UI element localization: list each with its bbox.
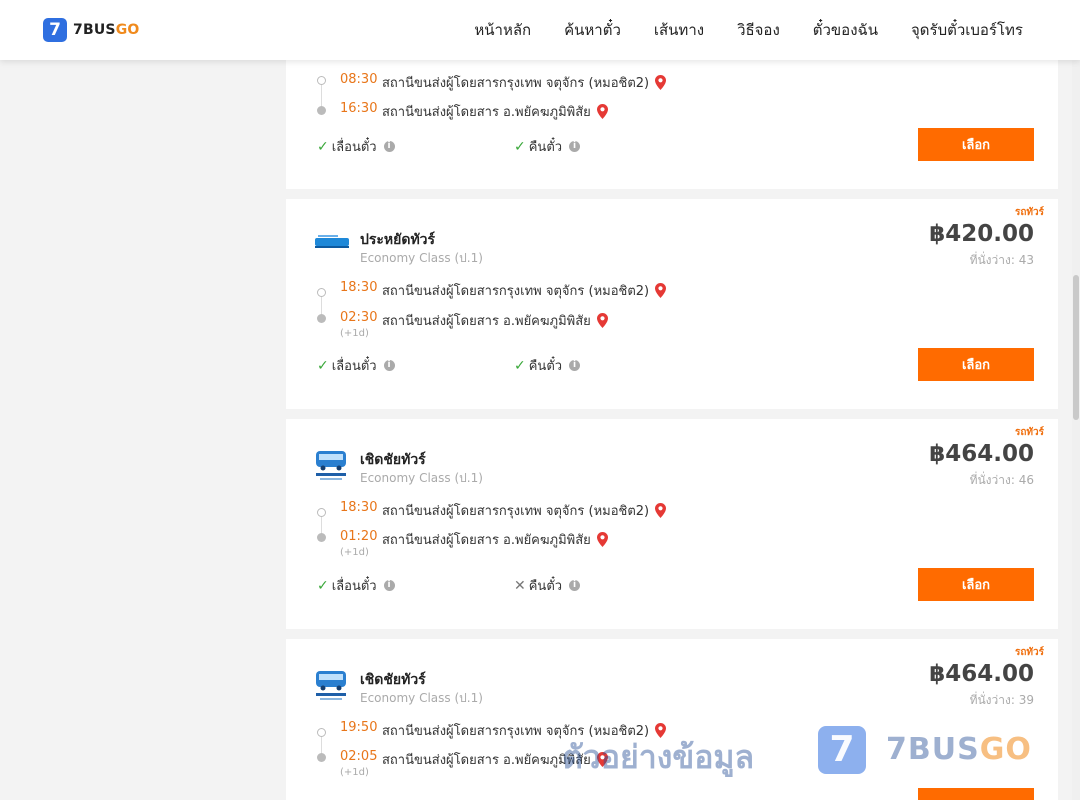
nav-home[interactable]: หน้าหลัก [474, 18, 531, 42]
select-button[interactable]: เลือก [918, 348, 1034, 381]
departure-dot [317, 288, 326, 297]
feature-refund-ticket: ✓ คืนตั๋ว i [514, 136, 581, 157]
logo-wordmark: 7BUSGO [73, 22, 140, 38]
bus-type-tag: รถทัวร์ [1014, 647, 1044, 658]
check-icon: ✓ [317, 577, 329, 594]
operator-name: เชิดชัยทัวร์ [360, 672, 426, 688]
ticket-price: ฿464.00 [929, 661, 1034, 687]
logo-badge-icon: 7 [43, 18, 67, 42]
departure-dot [317, 728, 326, 737]
next-day-badge: (+1d) [340, 547, 369, 558]
info-icon[interactable]: i [569, 360, 581, 371]
feature-refund-ticket: ✓ คืนตั๋ว i [514, 355, 581, 376]
departure-station: สถานีขนส่งผู้โดยสารกรุงเทพ จตุจักร (หมอช… [382, 280, 667, 301]
check-icon: ✓ [514, 357, 526, 374]
ticket-price: ฿464.00 [929, 441, 1034, 467]
departure-station: สถานีขนส่งผู้โดยสารกรุงเทพ จตุจักร (หมอช… [382, 500, 667, 521]
bus-class: Economy Class (ป.1) [360, 471, 483, 485]
map-pin-icon[interactable] [655, 503, 667, 518]
info-icon[interactable]: i [383, 141, 395, 152]
arrival-dot [317, 753, 326, 762]
arrival-station: สถานีขนส่งผู้โดยสาร อ.พยัคฆภูมิพิสัย [382, 529, 608, 550]
brand-logo[interactable]: 7 7BUSGO [43, 18, 139, 42]
check-icon: ✓ [514, 138, 526, 155]
next-day-badge: (+1d) [340, 328, 369, 339]
operator-name: ประหยัดทัวร์ [360, 232, 436, 248]
arrival-dot [317, 533, 326, 542]
nav-my-tickets[interactable]: ตั๋วของฉัน [813, 18, 878, 42]
operator-logo-icon [316, 671, 346, 700]
departure-time: 18:30 [340, 280, 378, 295]
departure-station: สถานีขนส่งผู้โดยสารกรุงเทพ จตุจักร (หมอช… [382, 72, 667, 93]
top-header: 7 7BUSGO หน้าหลัก ค้นหาตั๋ว เส้นทาง วิธี… [0, 0, 1080, 60]
nav-routes[interactable]: เส้นทาง [654, 18, 704, 42]
timeline-line [321, 735, 322, 755]
feature-refund-ticket: ✕ คืนตั๋ว i [514, 575, 581, 596]
arrival-time: 01:20 [340, 529, 378, 544]
operator-logo-icon [316, 451, 346, 480]
page-scrollbar[interactable] [1072, 60, 1080, 800]
operator-name: เชิดชัยทัวร์ [360, 452, 426, 468]
bus-type-tag: รถทัวร์ [1014, 427, 1044, 438]
feature-change-ticket: ✓ เลื่อนตั๋ว i [317, 575, 395, 596]
trip-card: รถทัวร์ ประหยัดทัวร์ Economy Class (ป.1)… [286, 199, 1058, 409]
map-pin-icon[interactable] [596, 104, 608, 119]
operator-logo-icon [315, 235, 349, 248]
seats-available: ที่นั่งว่าง: 46 [969, 473, 1034, 487]
sample-data-watermark: ตัวอย่างข้อมูล [562, 738, 755, 776]
departure-dot [317, 76, 326, 85]
nav-search-ticket[interactable]: ค้นหาตั๋ว [564, 18, 621, 42]
timeline-line [321, 295, 322, 315]
feature-change-ticket: ✓ เลื่อนตั๋ว i [317, 355, 395, 376]
nav-how-to-book[interactable]: วิธีจอง [737, 18, 780, 42]
map-pin-icon[interactable] [655, 75, 667, 90]
arrival-dot [317, 106, 326, 115]
seats-available: ที่นั่งว่าง: 43 [969, 253, 1034, 267]
arrival-station: สถานีขนส่งผู้โดยสาร อ.พยัคฆภูมิพิสัย [382, 310, 608, 331]
main-nav: หน้าหลัก ค้นหาตั๋ว เส้นทาง วิธีจอง ตั๋วข… [474, 0, 1023, 60]
bus-type-tag: รถทัวร์ [1014, 207, 1044, 218]
ticket-price: ฿420.00 [929, 221, 1034, 247]
watermark-brand: 7BUSGO [886, 732, 1032, 767]
scrollbar-thumb[interactable] [1073, 275, 1079, 420]
departure-time: 08:30 [340, 72, 378, 87]
info-icon[interactable]: i [383, 360, 395, 371]
trip-card: รถทัวร์ เชิดชัยทัวร์ Economy Class (ป.1)… [286, 419, 1058, 629]
check-icon: ✓ [317, 138, 329, 155]
seats-available: ที่นั่งว่าง: 39 [969, 693, 1034, 707]
trip-card: 08:30 สถานีขนส่งผู้โดยสารกรุงเทพ จตุจักร… [286, 60, 1058, 189]
departure-time: 19:50 [340, 720, 378, 735]
info-icon[interactable]: i [383, 580, 395, 591]
arrival-station: สถานีขนส่งผู้โดยสาร อ.พยัคฆภูมิพิสัย [382, 101, 608, 122]
select-button[interactable] [918, 788, 1034, 800]
arrival-time: 02:30 [340, 310, 378, 325]
map-pin-icon[interactable] [655, 283, 667, 298]
arrival-time: 02:05 [340, 749, 378, 764]
select-button[interactable]: เลือก [918, 568, 1034, 601]
arrival-dot [317, 314, 326, 323]
bus-class: Economy Class (ป.1) [360, 251, 483, 265]
next-day-badge: (+1d) [340, 767, 369, 778]
cross-icon: ✕ [514, 577, 526, 594]
select-button[interactable]: เลือก [918, 128, 1034, 161]
map-pin-icon[interactable] [596, 313, 608, 328]
watermark-logo-icon: 7 [818, 726, 866, 774]
departure-time: 18:30 [340, 500, 378, 515]
bus-class: Economy Class (ป.1) [360, 691, 483, 705]
feature-change-ticket: ✓ เลื่อนตั๋ว i [317, 136, 395, 157]
info-icon[interactable]: i [569, 141, 581, 152]
map-pin-icon[interactable] [596, 532, 608, 547]
info-icon[interactable]: i [569, 580, 581, 591]
check-icon: ✓ [317, 357, 329, 374]
timeline-line [321, 515, 322, 535]
nav-ticket-pickup[interactable]: จุดรับตั๋วเบอร์โทร [911, 18, 1023, 42]
departure-dot [317, 508, 326, 517]
arrival-time: 16:30 [340, 101, 378, 116]
